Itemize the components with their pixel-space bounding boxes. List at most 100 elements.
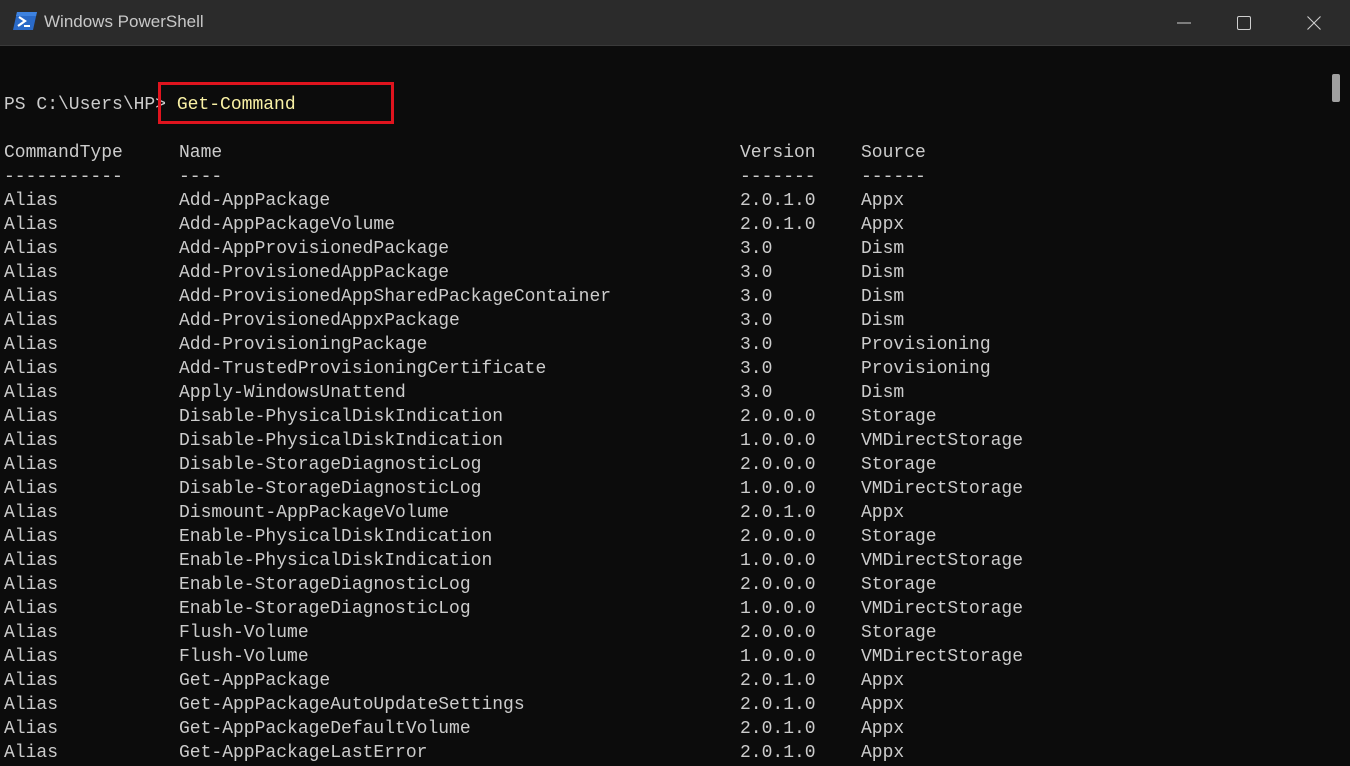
cell-version: 3.0 [740, 263, 773, 283]
title-bar[interactable]: Windows PowerShell [0, 0, 1350, 46]
cell-name: Flush-Volume [179, 623, 309, 643]
cell-commandtype: Alias [4, 383, 59, 403]
table-row: Alias Flush-Volume 1.0.0.0 VMDirectStorage [0, 645, 1322, 669]
cell-commandtype: Alias [4, 527, 59, 547]
scrollbar-thumb[interactable] [1332, 74, 1340, 102]
header-name: Name [179, 143, 223, 163]
table-row: Alias Add-ProvisionedAppSharedPackageCont… [0, 285, 1322, 309]
cell-version: 3.0 [740, 311, 773, 331]
header-commandtype: CommandType [4, 143, 123, 163]
cell-source: Appx [861, 215, 905, 235]
powershell-window: Windows PowerShell PS C:\Users\HP> Get-C… [0, 0, 1350, 766]
cell-source: Storage [861, 407, 937, 427]
cell-source: Storage [861, 455, 937, 475]
cell-name: Disable-StorageDiagnosticLog [179, 479, 482, 499]
window-title: Windows PowerShell [44, 12, 204, 31]
table-row: Alias Enable-StorageDiagnosticLog 1.0.0.0 V… [0, 597, 1322, 621]
cell-version: 3.0 [740, 359, 773, 379]
cell-source: VMDirectStorage [861, 479, 1024, 499]
cell-commandtype: Alias [4, 287, 59, 307]
cell-name: Add-AppPackageVolume [179, 215, 396, 235]
cell-commandtype: Alias [4, 695, 59, 715]
cell-name: Disable-PhysicalDiskIndication [179, 431, 504, 451]
header-version: Version [740, 143, 816, 163]
cell-source: Storage [861, 527, 937, 547]
cell-source: Dism [861, 263, 905, 283]
cell-commandtype: Alias [4, 359, 59, 379]
cell-source: VMDirectStorage [861, 599, 1024, 619]
cell-source: Dism [861, 383, 905, 403]
cell-name: Enable-PhysicalDiskIndication [179, 527, 493, 547]
cell-version: 2.0.0.0 [740, 407, 816, 427]
table-row: Alias Get-AppPackageAutoUpdateSettings 2.0… [0, 693, 1322, 717]
minimize-button[interactable] [1151, 0, 1217, 46]
table-row: Alias Add-ProvisioningPackage 3.0 Provision… [0, 333, 1322, 357]
cell-version: 2.0.0.0 [740, 527, 816, 547]
cell-source: Storage [861, 575, 937, 595]
cell-name: Add-ProvisioningPackage [179, 335, 428, 355]
cell-source: VMDirectStorage [861, 551, 1024, 571]
cell-version: 2.0.1.0 [740, 191, 816, 211]
maximize-button[interactable] [1211, 0, 1277, 46]
cell-commandtype: Alias [4, 311, 59, 331]
prompt-text: PS C:\Users\HP> [4, 95, 177, 115]
cell-source: Provisioning [861, 359, 991, 379]
table-row: Alias Disable-StorageDiagnosticLog 2.0.0.0… [0, 453, 1322, 477]
table-header: CommandType Name Version Source [0, 141, 1322, 165]
cell-version: 1.0.0.0 [740, 431, 816, 451]
cell-version: 3.0 [740, 383, 773, 403]
cell-commandtype: Alias [4, 647, 59, 667]
cell-source: Appx [861, 503, 905, 523]
cell-commandtype: Alias [4, 455, 59, 475]
cell-commandtype: Alias [4, 431, 59, 451]
cell-version: 3.0 [740, 335, 773, 355]
cell-commandtype: Alias [4, 191, 59, 211]
cell-version: 1.0.0.0 [740, 599, 816, 619]
cell-source: Appx [861, 191, 905, 211]
cell-name: Get-AppPackage [179, 671, 331, 691]
cell-name: Get-AppPackageDefaultVolume [179, 719, 471, 739]
cell-name: Apply-WindowsUnattend [179, 383, 406, 403]
cell-commandtype: Alias [4, 743, 59, 763]
maximize-icon [1237, 16, 1251, 30]
cell-version: 2.0.0.0 [740, 575, 816, 595]
powershell-icon [12, 10, 38, 32]
cell-commandtype: Alias [4, 719, 59, 739]
cell-version: 2.0.0.0 [740, 455, 816, 475]
cell-source: VMDirectStorage [861, 647, 1024, 667]
cell-version: 2.0.0.0 [740, 623, 816, 643]
minimize-icon [1177, 22, 1191, 24]
console-output[interactable]: PS C:\Users\HP> Get-Command CommandType … [0, 46, 1322, 766]
table-row: Alias Enable-StorageDiagnosticLog 2.0.0.0 S… [0, 573, 1322, 597]
table-row: Alias Apply-WindowsUnattend 3.0 Dism [0, 381, 1322, 405]
table-row: Alias Add-ProvisionedAppxPackage 3.0 Dism [0, 309, 1322, 333]
cell-name: Add-ProvisionedAppSharedPackageContainer [179, 287, 612, 307]
separator-name: ---- [179, 167, 223, 187]
cell-source: Appx [861, 743, 905, 763]
cell-name: Add-ProvisionedAppPackage [179, 263, 450, 283]
table-row: Alias Add-AppProvisionedPackage 3.0 Dism [0, 237, 1322, 261]
close-icon [1307, 16, 1321, 30]
cell-version: 1.0.0.0 [740, 479, 816, 499]
cell-source: Provisioning [861, 335, 991, 355]
cell-source: Appx [861, 695, 905, 715]
cell-version: 2.0.1.0 [740, 671, 816, 691]
cell-source: Dism [861, 311, 905, 331]
cell-commandtype: Alias [4, 671, 59, 691]
cell-name: Flush-Volume [179, 647, 309, 667]
cell-commandtype: Alias [4, 407, 59, 427]
cell-commandtype: Alias [4, 239, 59, 259]
cell-commandtype: Alias [4, 263, 59, 283]
cell-name: Add-ProvisionedAppxPackage [179, 311, 460, 331]
close-button[interactable] [1281, 0, 1347, 46]
table-row: Alias Add-ProvisionedAppPackage 3.0 Dism [0, 261, 1322, 285]
cell-name: Get-AppPackageLastError [179, 743, 428, 763]
table-separator: ----------- ---- ------- ------ [0, 165, 1322, 189]
cell-version: 1.0.0.0 [740, 647, 816, 667]
cell-commandtype: Alias [4, 503, 59, 523]
cell-version: 2.0.1.0 [740, 743, 816, 763]
cell-commandtype: Alias [4, 335, 59, 355]
cell-version: 2.0.1.0 [740, 215, 816, 235]
vertical-scrollbar[interactable] [1322, 46, 1350, 766]
cell-name: Get-AppPackageAutoUpdateSettings [179, 695, 525, 715]
